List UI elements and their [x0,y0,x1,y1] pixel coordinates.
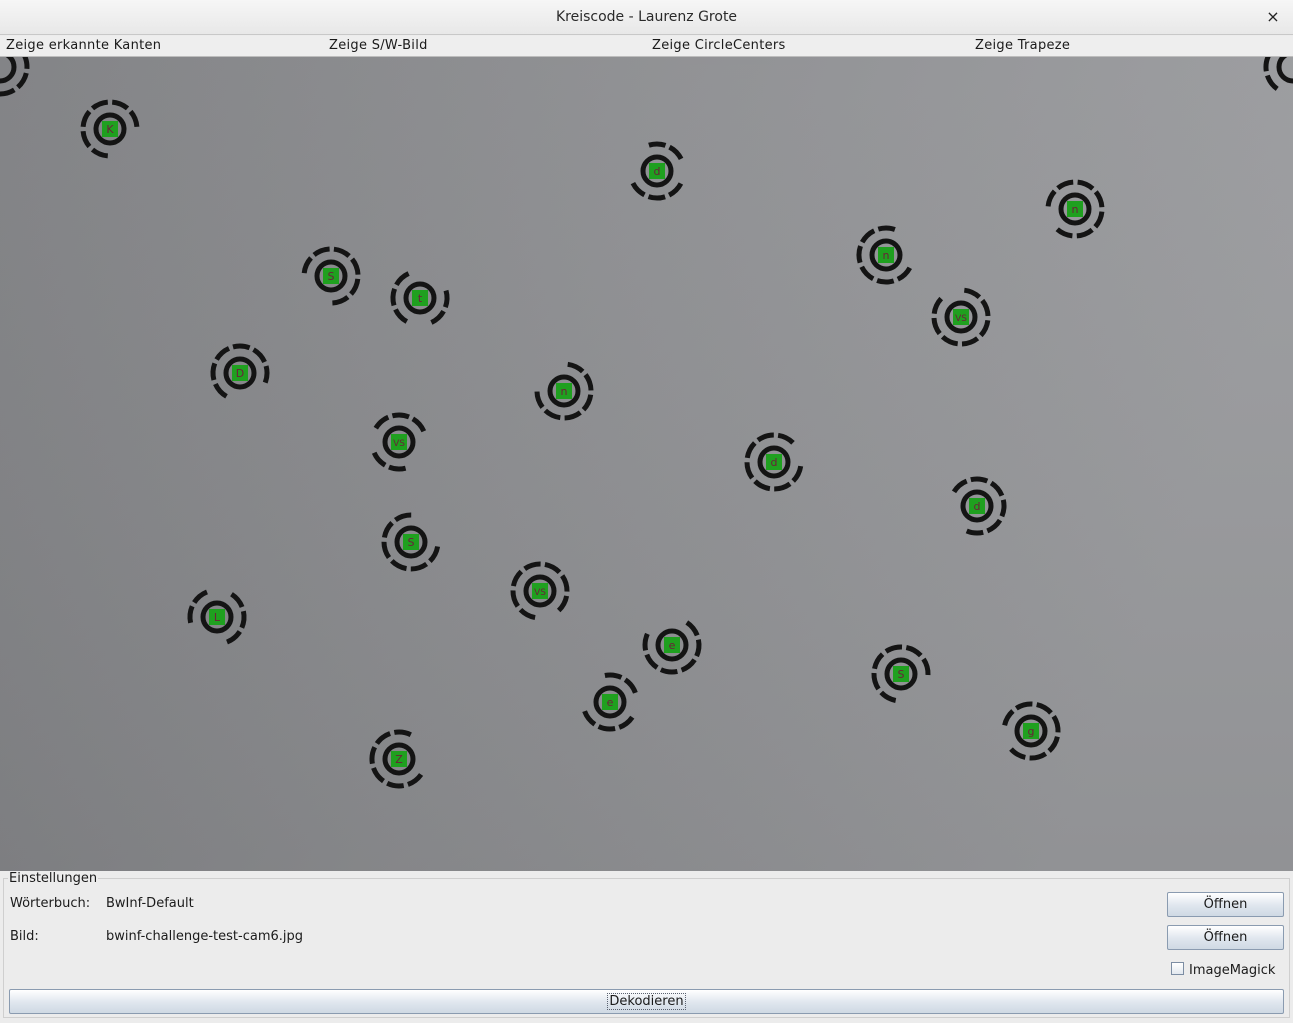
decode-button-label: Dekodieren [607,993,686,1010]
marker-label: d [654,165,661,178]
marker-code-segment [970,476,989,484]
marker-label: n [1072,203,1079,216]
imagemagick-checkbox[interactable] [1171,962,1184,975]
window-titlebar: Kreiscode - Laurenz Grote × [0,0,1293,35]
marker-code-segment [239,610,247,629]
marker-label: d [974,500,981,513]
marker-code-segment [999,499,1007,518]
open-dictionary-button[interactable]: Öffnen [1167,892,1284,917]
marker-label: g [1028,725,1035,738]
menu-show-circle-centers[interactable]: Zeige CircleCenters [652,38,786,53]
marker-label: VS [955,314,967,324]
marker-code-segment [604,672,623,680]
marker-label: Z [395,753,403,766]
menu-show-edges[interactable]: Zeige erkannte Kanten [6,38,161,53]
marker-code-segment [647,194,666,201]
marker-label: n [561,385,568,398]
marker-label: S [898,668,905,681]
menu-show-bw-image[interactable]: Zeige S/W-Bild [329,38,428,53]
marker-label: e [669,639,676,652]
close-icon[interactable]: × [1263,6,1283,28]
marker-code-segment [694,639,702,658]
marker-label: S [408,536,415,549]
marker-label: L [214,611,221,624]
marker-code-segment [187,605,195,624]
marker-label: D [236,367,244,380]
camera-image: Kd n n St VS Dn VS d d S L VS e Se g Z [0,57,1293,871]
image-canvas: Kd n n St VS Dn VS d d S L VS e Se g Z [0,57,1293,871]
marker-code-segment [386,780,405,789]
marker-code-segment [442,289,450,309]
marker-code-segment [659,667,678,675]
marker-code-segment [210,362,218,381]
marker-label: n [883,249,890,262]
marker-code-segment [388,464,407,472]
menu-show-trapezoids[interactable]: Zeige Trapeze [975,38,1070,53]
marker-code-segment [390,287,398,307]
marker-label: K [106,123,114,136]
marker-code-segment [856,245,863,264]
open-image-button[interactable]: Öffnen [1167,925,1284,950]
marker-code-segment [262,365,270,384]
marker-code-segment [1263,57,1271,72]
marker-label: S [328,270,335,283]
marker-label: e [607,696,614,709]
dictionary-label: Wörterbuch: [10,896,91,911]
marker-code-segment [642,632,650,651]
window-title: Kreiscode - Laurenz Grote [555,9,738,25]
marker-code-segment [965,528,984,536]
imagemagick-toggle[interactable]: ImageMagick [1171,962,1275,978]
marker-label: VS [393,439,405,449]
marker-code-segment [648,141,667,148]
settings-legend: Einstellungen [8,871,99,886]
image-label: Bild: [10,929,39,944]
marker-code-segment [876,278,895,285]
marker-label: d [771,456,778,469]
marker-code-segment [877,225,896,232]
imagemagick-label: ImageMagick [1189,963,1276,978]
dictionary-value: BwInf-Default [106,896,194,911]
marker-code-segment [393,729,412,738]
decode-button[interactable]: Dekodieren [9,989,1284,1014]
image-filename: bwinf-challenge-test-cam6.jpg [106,929,303,944]
marker-code-segment [391,412,410,420]
marker-code-segment [369,746,378,765]
marker-label: t [418,292,423,305]
marker-label: VS [534,588,546,598]
menu-bar: Zeige erkannte Kanten Zeige S/W-Bild Zei… [0,36,1293,57]
marker-code-segment [232,343,251,351]
marker-code-segment [597,724,616,732]
